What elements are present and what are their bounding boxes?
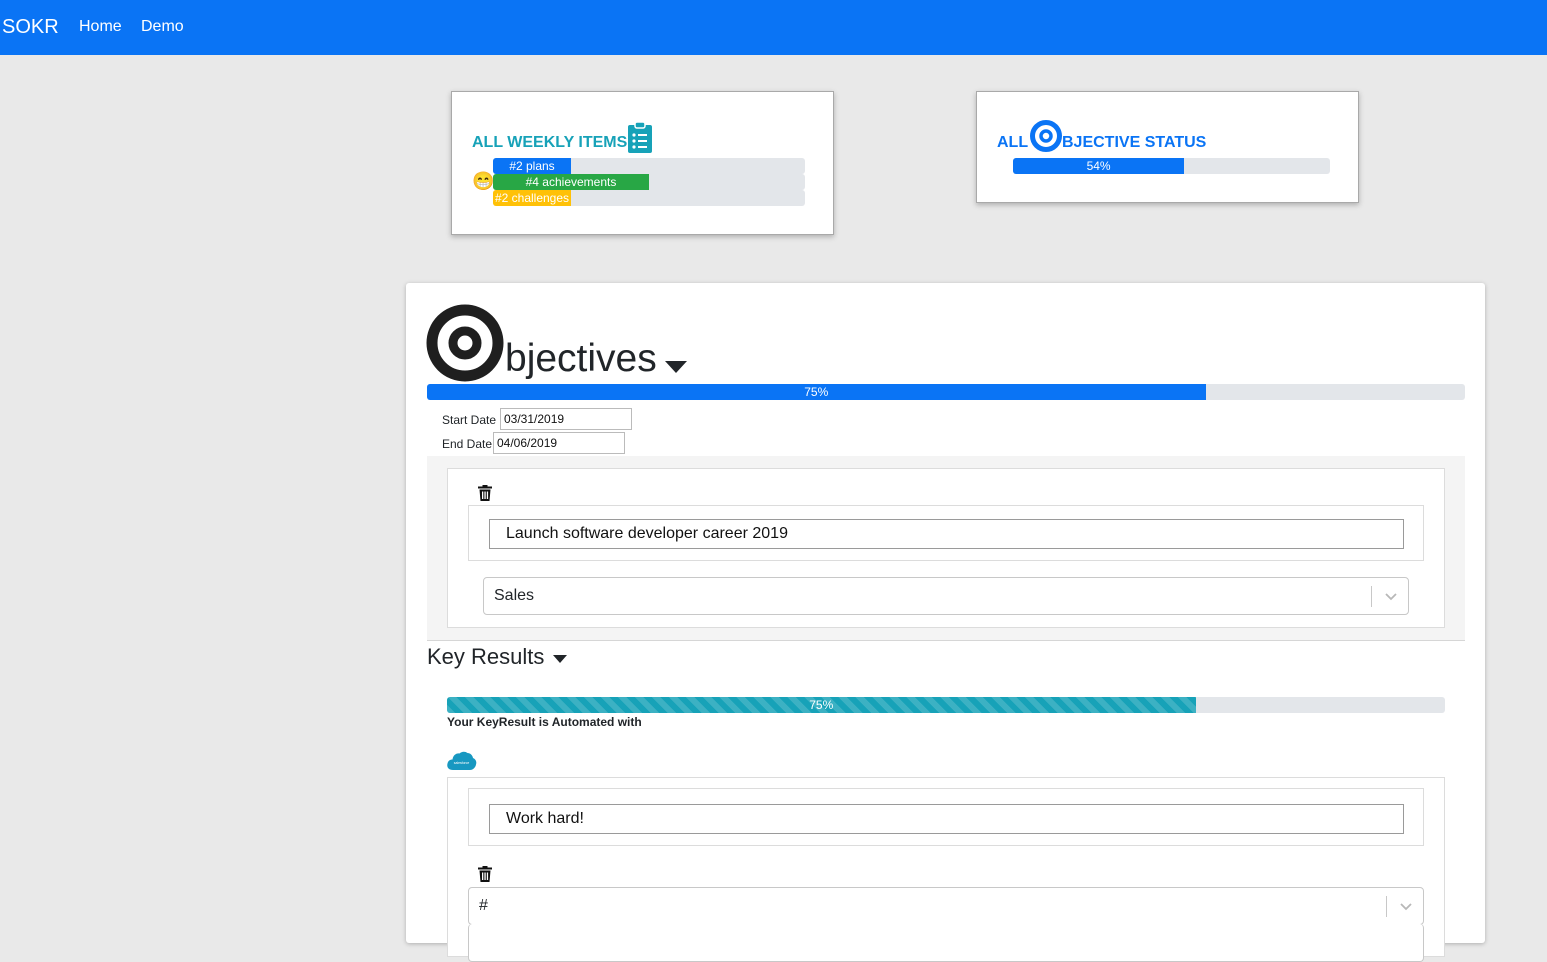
nav-link-demo[interactable]: Demo [141, 18, 184, 36]
secondary-select[interactable] [468, 924, 1424, 962]
metric-select-value: # [479, 897, 488, 914]
objectives-panel: bjectives 75% Start Date End Date Launch… [406, 283, 1485, 962]
trash-icon[interactable] [478, 485, 492, 501]
nav-link-home[interactable]: Home [79, 18, 122, 36]
weekly-items-card: ALL WEEKLY ITEMS 😁 #2 plans #4 achieveme… [451, 91, 834, 235]
clipboard-list-icon [628, 122, 652, 153]
objective-status-percent: 54% [1086, 159, 1111, 173]
chevron-down-icon[interactable] [1384, 591, 1398, 601]
objectives-heading: bjectives [505, 337, 657, 380]
start-date-input[interactable] [500, 408, 632, 430]
challenges-progress-label: #2 challenges [494, 191, 570, 205]
key-results-caret-down-icon[interactable] [553, 655, 567, 663]
achievements-progress-bar: #4 achievements [493, 174, 805, 190]
objective-text-input[interactable]: Launch software developer career 2019 [489, 519, 1404, 549]
metric-select[interactable]: # [468, 887, 1424, 925]
objective-text-wrapper: Launch software developer career 2019 [468, 505, 1424, 561]
achievements-progress-label: #4 achievements [525, 175, 617, 189]
objectives-target-icon [426, 304, 504, 382]
start-date-label: Start Date [442, 413, 497, 427]
plans-progress-label: #2 plans [509, 159, 555, 173]
challenges-progress-fill: #2 challenges [493, 190, 571, 206]
objective-status-title-prefix: ALL [997, 134, 1029, 151]
key-result-trash-icon[interactable] [478, 866, 492, 882]
key-result-text-wrapper: Work hard! [468, 788, 1424, 846]
key-results-progress-percent: 75% [809, 698, 834, 712]
category-select-separator [1371, 586, 1372, 607]
objective-status-progress-bar: 54% [1013, 158, 1330, 174]
objective-status-card: ALL BJECTIVE STATUS 54% [976, 91, 1359, 203]
metric-select-separator [1386, 896, 1387, 917]
target-icon [1030, 120, 1062, 152]
category-select-value: Sales [494, 587, 535, 604]
category-select[interactable]: Sales [483, 577, 1409, 615]
automated-with-text: Your KeyResult is Automated with [447, 715, 642, 729]
achievements-progress-fill: #4 achievements [493, 174, 649, 190]
navbar: SOKR Home Demo [0, 0, 1547, 55]
plans-progress-fill: #2 plans [493, 158, 571, 174]
objectives-progress-percent: 75% [804, 385, 829, 399]
key-results-progress-bar: 75% [447, 697, 1445, 713]
end-date-label: End Date [442, 437, 493, 451]
weekly-items-title: ALL WEEKLY ITEMS [472, 134, 628, 151]
objective-card: Launch software developer career 2019 Sa… [447, 468, 1445, 628]
metric-chevron-down-icon[interactable] [1399, 901, 1413, 911]
objective-section: Launch software developer career 2019 Sa… [427, 456, 1465, 641]
plans-progress-bar: #2 plans [493, 158, 805, 174]
objectives-progress-fill: 75% [427, 384, 1206, 400]
challenges-progress-bar: #2 challenges [493, 190, 805, 206]
grinning-emoji-icon: 😁 [472, 171, 495, 191]
objectives-caret-down-icon[interactable] [665, 361, 687, 373]
key-result-text-input[interactable]: Work hard! [489, 804, 1404, 834]
salesforce-logo-icon: salesforce [447, 751, 477, 770]
key-results-heading: Key Results [427, 644, 545, 669]
objective-status-progress-fill: 54% [1013, 158, 1185, 174]
salesforce-logo-text: salesforce [454, 761, 470, 765]
objective-status-title-suffix: BJECTIVE STATUS [1062, 134, 1207, 151]
brand-logo-text[interactable]: SOKR [2, 16, 59, 39]
key-result-card: Work hard! # [447, 777, 1445, 962]
end-date-input[interactable] [493, 432, 625, 454]
key-results-progress-fill: 75% [447, 697, 1196, 713]
objectives-progress-bar: 75% [427, 384, 1465, 400]
